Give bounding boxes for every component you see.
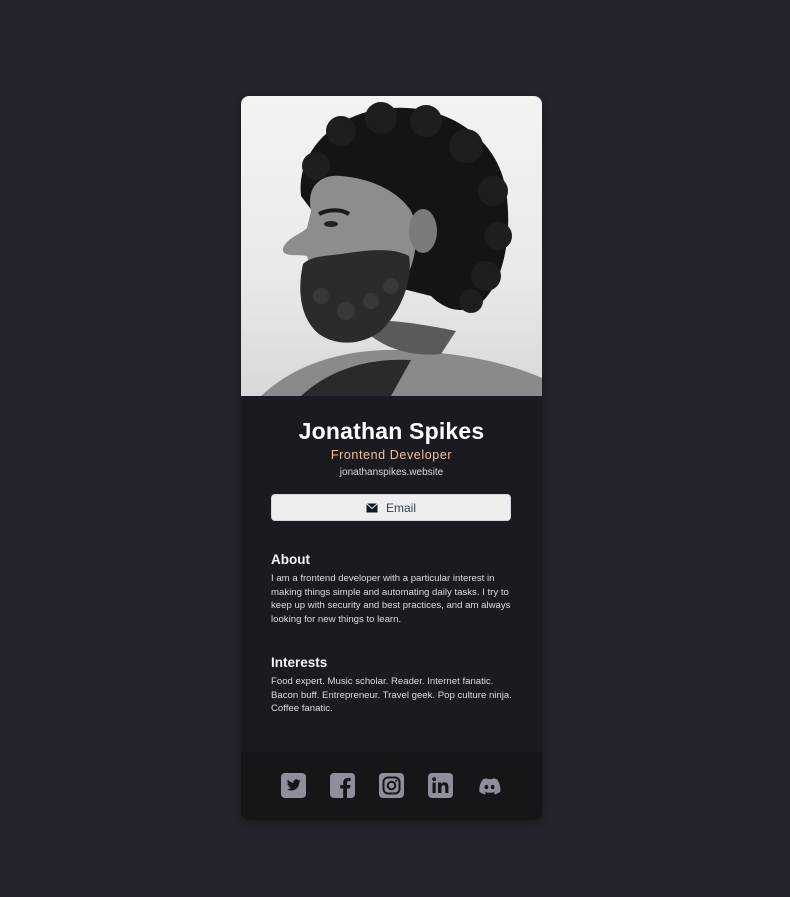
profile-website-link[interactable]: jonathanspikes.website xyxy=(241,467,542,478)
facebook-icon[interactable] xyxy=(330,773,355,798)
discord-icon[interactable] xyxy=(477,773,502,798)
instagram-icon[interactable] xyxy=(379,773,404,798)
profile-role: Frontend Developer xyxy=(330,448,453,462)
email-button-label: Email xyxy=(385,500,416,515)
profile-photo xyxy=(241,96,542,396)
profile-name: Jonathan Spikes xyxy=(298,418,485,444)
interests-section: Interests Food expert. Music scholar. Re… xyxy=(271,655,513,716)
interests-heading: Interests xyxy=(271,655,328,670)
email-button[interactable]: Email xyxy=(271,494,511,521)
envelope-icon xyxy=(366,502,378,512)
about-section: About I am a frontend developer with a p… xyxy=(271,552,513,626)
interests-text: Food expert. Music scholar. Reader. Inte… xyxy=(271,676,512,715)
social-links xyxy=(241,773,542,798)
about-heading: About xyxy=(271,552,310,567)
about-text: I am a frontend developer with a particu… xyxy=(271,573,511,625)
profile-card: Jonathan Spikes Frontend Developer jonat… xyxy=(241,96,542,820)
twitter-icon[interactable] xyxy=(281,773,306,798)
linkedin-icon[interactable] xyxy=(428,773,453,798)
